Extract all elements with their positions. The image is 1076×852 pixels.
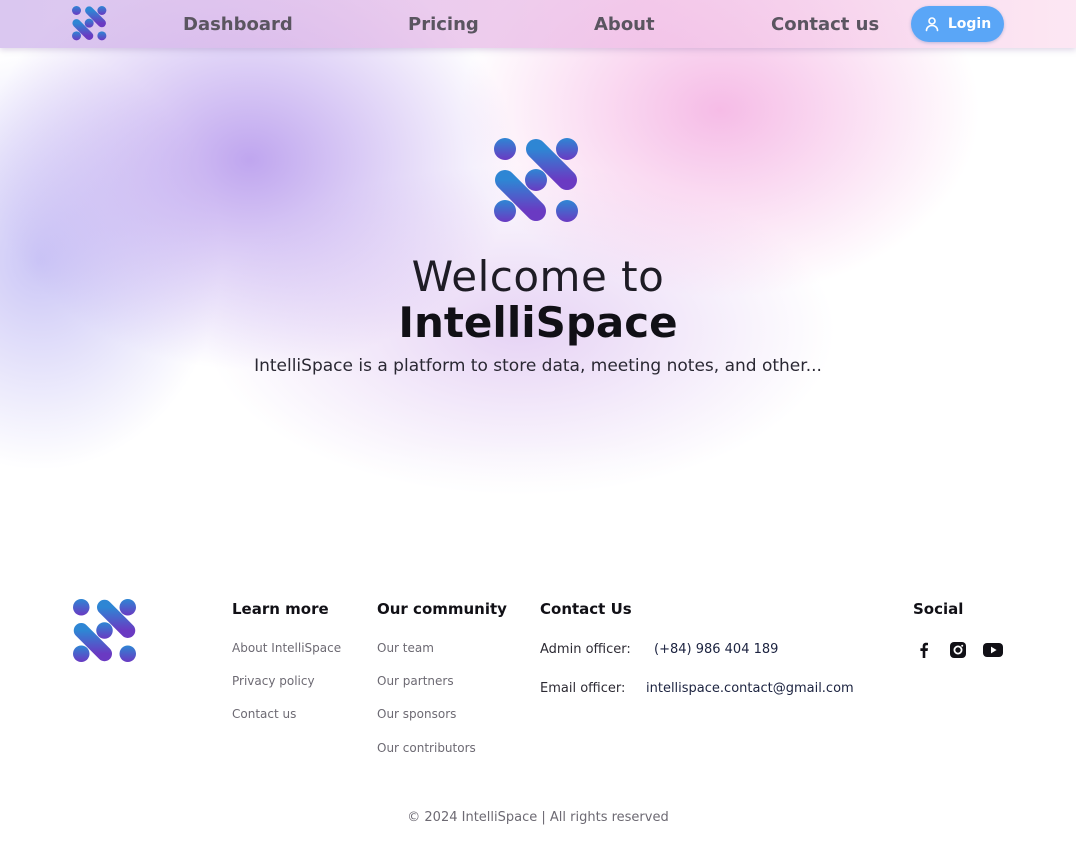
footer-link-our-contributors[interactable]: Our contributors xyxy=(377,741,476,755)
footer-link-privacy-policy[interactable]: Privacy policy xyxy=(232,674,315,688)
hero-description: IntelliSpace is a platform to store data… xyxy=(254,356,822,376)
hero-logo xyxy=(494,138,578,222)
footer-heading-social: Social xyxy=(913,600,964,618)
footer-heading-our-community: Our community xyxy=(377,600,507,618)
top-navbar: Dashboard Pricing About Contact us Login xyxy=(0,0,1076,48)
admin-officer-label: Admin officer: xyxy=(540,642,631,657)
intellispace-logo[interactable] xyxy=(72,6,108,42)
facebook-icon[interactable] xyxy=(913,640,935,660)
nav-link-dashboard[interactable]: Dashboard xyxy=(183,14,293,35)
footer-heading-contact-us: Contact Us xyxy=(540,600,632,618)
hero-welcome-text: Welcome to xyxy=(411,252,665,301)
email-officer-address[interactable]: intellispace.contact@gmail.com xyxy=(646,681,854,696)
footer-link-our-partners[interactable]: Our partners xyxy=(377,674,454,688)
admin-officer-phone[interactable]: (+84) 986 404 189 xyxy=(654,642,778,657)
copyright-text: © 2024 IntelliSpace | All rights reserve… xyxy=(407,810,669,825)
login-button[interactable]: Login xyxy=(911,6,1004,42)
background-fade xyxy=(0,440,1076,600)
user-icon xyxy=(925,17,939,32)
nav-link-pricing[interactable]: Pricing xyxy=(408,14,479,35)
footer-link-our-team[interactable]: Our team xyxy=(377,641,434,655)
footer-link-contact-us[interactable]: Contact us xyxy=(232,707,296,721)
nav-link-about[interactable]: About xyxy=(594,14,655,35)
hero-section: Welcome to IntelliSpace IntelliSpace is … xyxy=(0,130,1076,376)
footer-logo[interactable] xyxy=(73,599,139,665)
email-officer-label: Email officer: xyxy=(540,681,626,696)
hero-brand-title: IntelliSpace xyxy=(398,298,678,347)
footer-link-about-intellispace[interactable]: About IntelliSpace xyxy=(232,641,341,655)
youtube-icon[interactable] xyxy=(982,640,1004,660)
instagram-icon[interactable] xyxy=(947,640,969,660)
nav-link-contact-us[interactable]: Contact us xyxy=(771,14,879,35)
footer-link-our-sponsors[interactable]: Our sponsors xyxy=(377,707,456,721)
login-button-label: Login xyxy=(947,16,992,32)
footer-heading-learn-more: Learn more xyxy=(232,600,329,618)
